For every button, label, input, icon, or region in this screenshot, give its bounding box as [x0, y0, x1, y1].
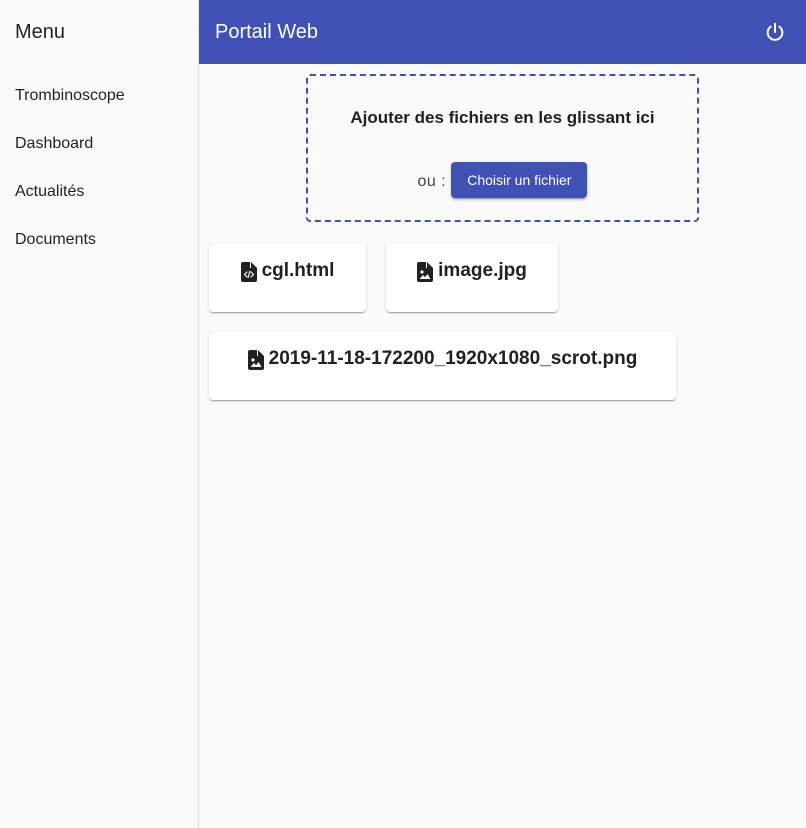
power-icon	[766, 22, 784, 41]
file-code-icon	[240, 262, 257, 282]
file-card-content: 2019-11-18-172200_1920x1080_scrot.png	[247, 348, 638, 400]
toolbar-title: Portail Web	[215, 20, 319, 43]
file-name: 2019-11-18-172200_1920x1080_scrot.png	[268, 348, 638, 369]
file-card[interactable]: image.jpg	[386, 244, 558, 312]
file-image-icon	[417, 262, 434, 282]
or-label: ou :	[417, 173, 447, 190]
file-name: image.jpg	[438, 260, 527, 281]
file-name: cgl.html	[261, 260, 335, 281]
sidebar-item-documents[interactable]: Documents	[0, 216, 198, 264]
app-toolbar: Portail Web	[199, 0, 806, 64]
choose-file-button[interactable]: Choisir un fichier	[451, 162, 588, 198]
file-dropzone[interactable]: Ajouter des fichiers en les glissant ici…	[306, 74, 699, 222]
dropzone-actions: ou : Choisir un fichier	[308, 162, 697, 198]
sidebar-drawer: Menu Trombinoscope Dashboard Actualités …	[0, 0, 199, 828]
sidebar-item-trombinoscope[interactable]: Trombinoscope	[0, 72, 198, 120]
sidebar-nav: Trombinoscope Dashboard Actualités Docum…	[0, 64, 198, 264]
file-card[interactable]: 2019-11-18-172200_1920x1080_scrot.png	[209, 332, 676, 400]
file-card-content: image.jpg	[417, 260, 527, 312]
sidebar-title: Menu	[15, 20, 66, 43]
app-root: Menu Trombinoscope Dashboard Actualités …	[0, 0, 806, 828]
sidebar-item-dashboard[interactable]: Dashboard	[0, 120, 198, 168]
sidebar-item-actualites[interactable]: Actualités	[0, 168, 198, 216]
file-image-icon	[247, 350, 264, 370]
logout-button[interactable]	[755, 12, 795, 52]
file-card-content: cgl.html	[240, 260, 335, 312]
dropzone-title: Ajouter des fichiers en les glissant ici	[350, 108, 655, 127]
main-content: Ajouter des fichiers en les glissant ici…	[199, 64, 806, 828]
file-card[interactable]: cgl.html	[209, 244, 366, 312]
